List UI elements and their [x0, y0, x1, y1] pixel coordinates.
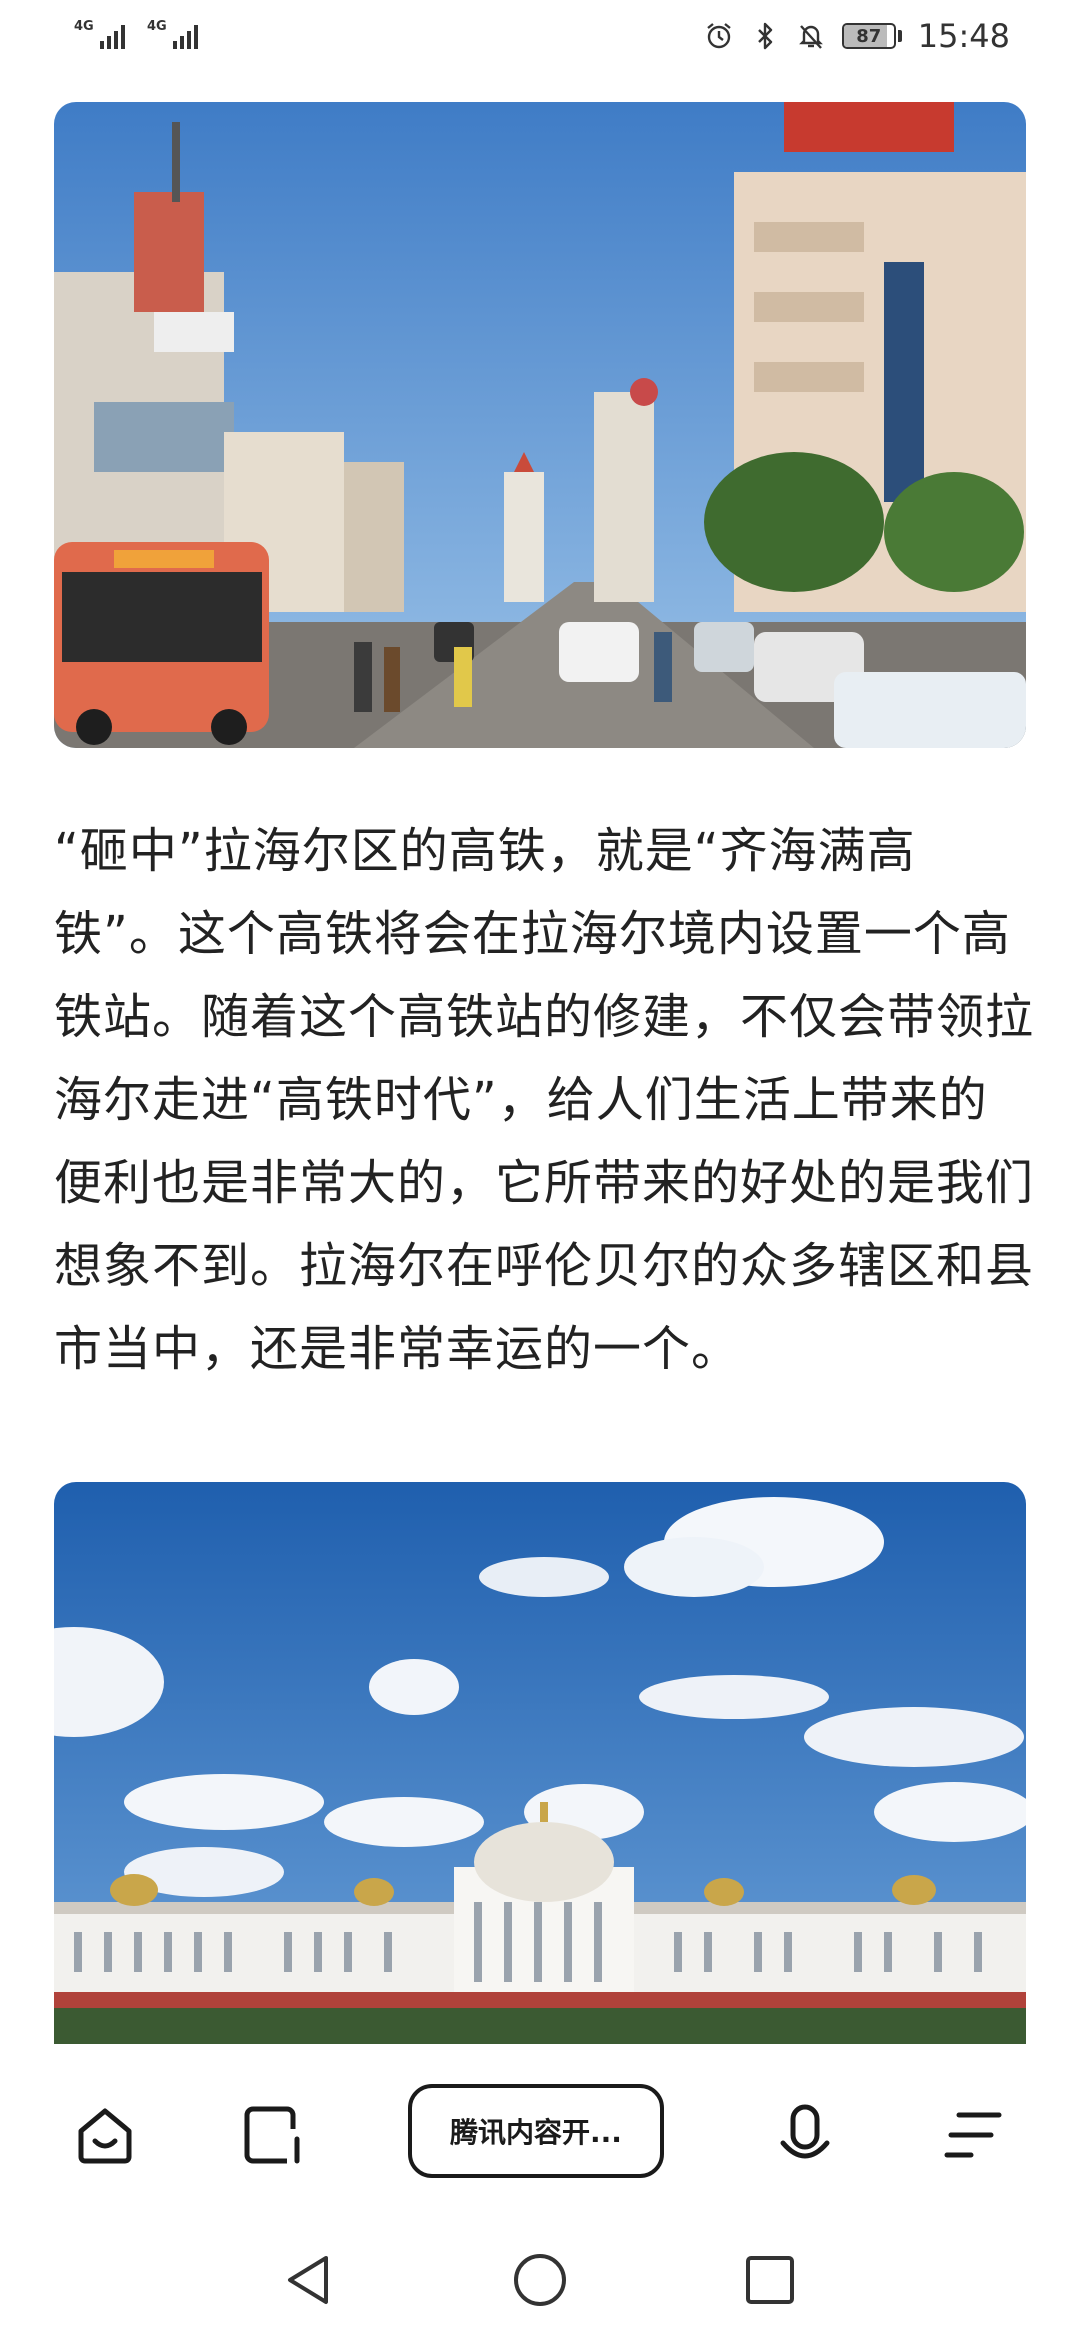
signal-group: 4G 4G: [74, 19, 198, 49]
clock-time: 15:48: [917, 17, 1010, 55]
home-circle-icon[interactable]: [508, 2248, 572, 2312]
browser-toolbar: 腾讯内容开...: [0, 2060, 1080, 2210]
mute-bell-icon: [798, 25, 823, 49]
recents-icon[interactable]: [738, 2248, 802, 2312]
article-paragraph: “砸中”拉海尔区的高铁，就是“齐海满高铁”。这个高铁将会在拉海尔境内设置一个高铁…: [54, 823, 1035, 1377]
voice-icon[interactable]: [770, 2100, 840, 2170]
home-icon[interactable]: [70, 2100, 140, 2170]
battery-icon: 87: [841, 23, 902, 49]
battery-level: 87: [856, 25, 882, 47]
government-building-photo[interactable]: [54, 1482, 1026, 2044]
bluetooth-icon: [757, 22, 772, 50]
tabs-icon[interactable]: [238, 2100, 308, 2170]
back-icon[interactable]: [276, 2248, 340, 2312]
status-right: 87 15:48: [704, 17, 1010, 55]
page-title-label: 腾讯内容开...: [450, 2116, 622, 2149]
signal-icon-2: 4G: [147, 19, 198, 49]
network-type-2: 4G: [147, 19, 167, 34]
page-title-button[interactable]: 腾讯内容开...: [408, 2084, 664, 2178]
menu-icon[interactable]: [938, 2100, 1008, 2170]
status-bar: 4G 4G 87 15:48: [0, 0, 1080, 72]
network-type-1: 4G: [74, 19, 94, 34]
alarm-icon: [707, 23, 731, 49]
city-street-photo[interactable]: [54, 102, 1026, 748]
signal-icon-1: 4G: [74, 19, 125, 49]
system-nav-bar: [0, 2220, 1080, 2340]
